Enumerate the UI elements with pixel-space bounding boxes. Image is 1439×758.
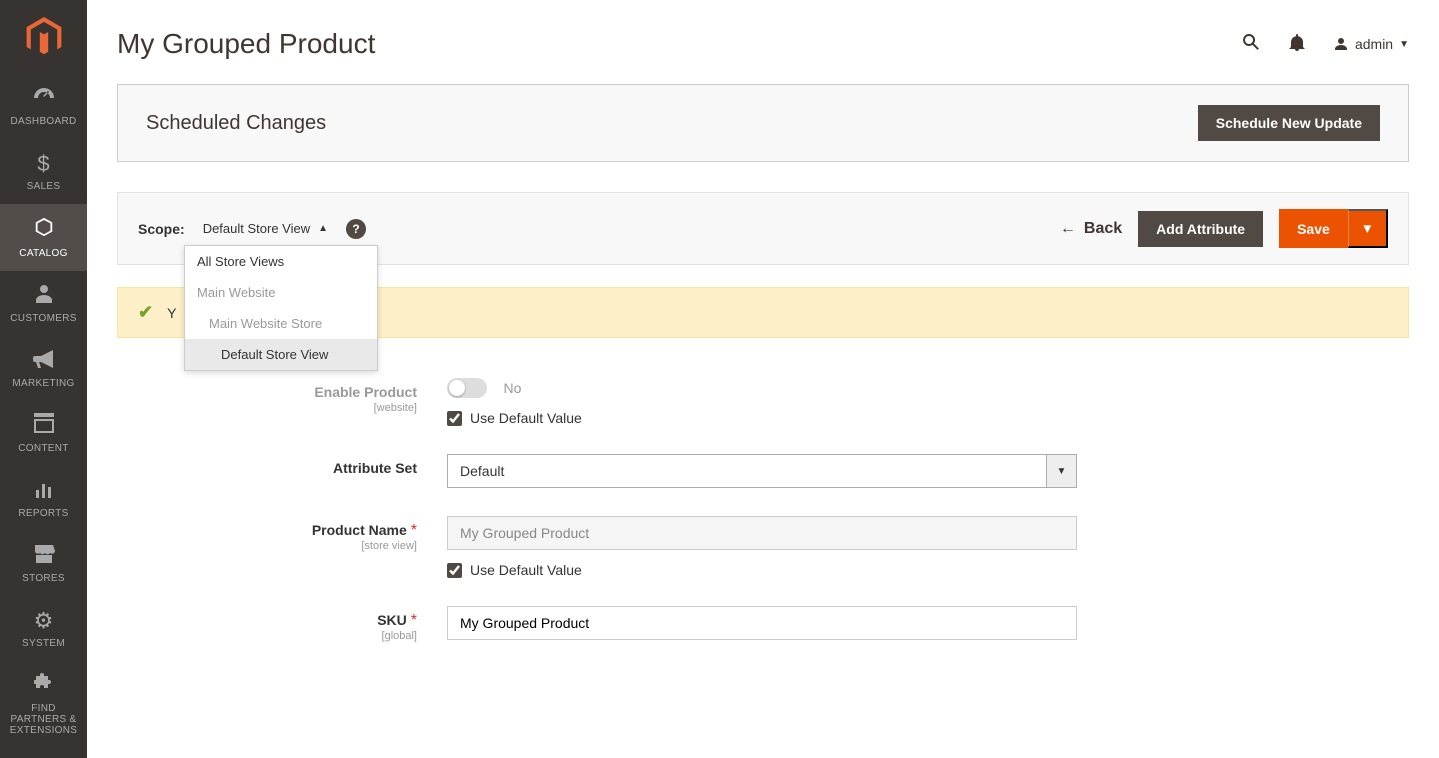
add-attribute-button[interactable]: Add Attribute <box>1138 211 1263 247</box>
check-icon: ✔ <box>138 302 153 323</box>
caret-up-icon: ▲ <box>318 223 328 234</box>
field-enable-product: Enable Product [website] No Use Default … <box>117 378 1217 426</box>
caret-down-icon: ▼ <box>1047 454 1077 488</box>
back-button[interactable]: ← Back <box>1060 220 1122 238</box>
sidebar-item-sales[interactable]: $ SALES <box>0 139 87 204</box>
use-default-label: Use Default Value <box>470 562 582 578</box>
product-name-input[interactable] <box>447 516 1077 550</box>
schedule-new-update-button[interactable]: Schedule New Update <box>1198 105 1380 141</box>
dollar-icon: $ <box>37 151 49 177</box>
sidebar-item-label: REPORTS <box>18 508 68 519</box>
bell-icon[interactable] <box>1289 33 1305 56</box>
main-content: My Grouped Product admin ▼ Scheduled Cha… <box>87 0 1439 642</box>
page-title: My Grouped Product <box>117 28 375 60</box>
use-default-checkbox-enable[interactable] <box>447 411 462 426</box>
bars-icon <box>34 478 54 504</box>
sidebar-item-catalog[interactable]: CATALOG <box>0 204 87 271</box>
magento-logo[interactable] <box>0 0 87 74</box>
toolbar: Scope: Default Store View ▲ ? ← Back Add… <box>117 192 1409 265</box>
scope-option-store: Main Website Store <box>185 308 377 339</box>
sidebar-item-label: STORES <box>22 573 65 584</box>
sidebar-item-label: CONTENT <box>18 443 68 454</box>
scope-option-view[interactable]: Default Store View <box>185 339 377 370</box>
sku-input[interactable] <box>447 606 1077 640</box>
product-name-scope: [store view] <box>117 540 417 552</box>
sidebar-item-dashboard[interactable]: DASHBOARD <box>0 74 87 139</box>
sku-scope: [global] <box>117 630 417 642</box>
sidebar-item-stores[interactable]: STORES <box>0 531 87 596</box>
sidebar-item-reports[interactable]: REPORTS <box>0 466 87 531</box>
sidebar-item-label: FIND PARTNERS & EXTENSIONS <box>4 703 83 736</box>
search-icon[interactable] <box>1241 32 1261 57</box>
sidebar-item-label: CUSTOMERS <box>10 313 76 324</box>
field-sku: SKU* [global] <box>117 606 1217 642</box>
sidebar-item-customers[interactable]: CUSTOMERS <box>0 271 87 336</box>
enable-product-label: Enable Product <box>314 384 417 400</box>
magento-logo-icon <box>26 17 62 57</box>
scheduled-changes-title: Scheduled Changes <box>146 112 326 135</box>
save-dropdown-toggle[interactable]: ▼ <box>1348 209 1388 248</box>
megaphone-icon <box>33 348 55 374</box>
caret-down-icon: ▼ <box>1399 39 1409 50</box>
admin-label: admin <box>1355 36 1393 52</box>
field-attribute-set: Attribute Set Default ▼ <box>117 454 1217 488</box>
sidebar-item-label: SYSTEM <box>22 638 65 649</box>
sidebar-item-content[interactable]: CONTENT <box>0 401 87 466</box>
header-actions: admin ▼ <box>1241 32 1409 57</box>
enable-product-value: No <box>503 380 521 396</box>
required-star: * <box>411 612 417 629</box>
field-product-name: Product Name* [store view] Use Default V… <box>117 516 1217 578</box>
sku-label: SKU <box>377 612 407 628</box>
message-text: Y <box>167 305 176 321</box>
use-default-row: Use Default Value <box>447 410 1077 426</box>
help-icon[interactable]: ? <box>346 219 366 239</box>
arrow-left-icon: ← <box>1060 220 1076 238</box>
sidebar-item-marketing[interactable]: MARKETING <box>0 336 87 401</box>
use-default-checkbox-name[interactable] <box>447 563 462 578</box>
attribute-set-label: Attribute Set <box>333 460 417 476</box>
caret-down-icon: ▼ <box>1361 221 1374 236</box>
user-icon <box>1333 36 1349 52</box>
back-label: Back <box>1084 220 1122 238</box>
gear-icon: ⚙ <box>34 608 54 634</box>
scope-label: Scope: <box>138 221 185 237</box>
cube-icon <box>33 216 55 244</box>
enable-product-scope: [website] <box>117 402 417 414</box>
sidebar-item-label: MARKETING <box>12 378 74 389</box>
sidebar-item-label: CATALOG <box>19 248 67 259</box>
toolbar-right: ← Back Add Attribute Save ▼ <box>1060 209 1388 248</box>
dashboard-icon <box>32 86 56 112</box>
scope-value: Default Store View <box>203 221 310 236</box>
person-icon <box>35 283 53 309</box>
required-star: * <box>411 522 417 539</box>
scheduled-changes-panel: Scheduled Changes Schedule New Update <box>117 84 1409 162</box>
save-button-group: Save ▼ <box>1279 209 1388 248</box>
sidebar: DASHBOARD $ SALES CATALOG CUSTOMERS MARK… <box>0 0 87 758</box>
puzzle-icon <box>34 673 54 699</box>
sidebar-item-label: DASHBOARD <box>10 116 76 127</box>
attribute-set-select[interactable]: Default ▼ <box>447 454 1077 488</box>
sidebar-item-system[interactable]: ⚙ SYSTEM <box>0 596 87 661</box>
use-default-row: Use Default Value <box>447 562 1077 578</box>
layout-icon <box>34 413 54 439</box>
page-header: My Grouped Product admin ▼ <box>117 0 1409 84</box>
toolbar-left: Scope: Default Store View ▲ ? <box>138 219 366 239</box>
scope-option-all[interactable]: All Store Views <box>185 246 377 277</box>
admin-account-menu[interactable]: admin ▼ <box>1333 36 1409 52</box>
sidebar-item-label: SALES <box>27 181 61 192</box>
scope-dropdown: All Store Views Main Website Main Websit… <box>184 245 378 371</box>
sidebar-item-partners[interactable]: FIND PARTNERS & EXTENSIONS <box>0 661 87 748</box>
product-form: Enable Product [website] No Use Default … <box>117 378 1217 642</box>
product-name-label: Product Name <box>312 522 407 538</box>
attribute-set-value: Default <box>447 454 1047 488</box>
store-icon <box>33 543 55 569</box>
scope-switcher[interactable]: Default Store View ▲ <box>203 221 328 236</box>
enable-product-toggle[interactable] <box>447 378 487 398</box>
save-button[interactable]: Save <box>1279 209 1348 248</box>
use-default-label: Use Default Value <box>470 410 582 426</box>
scope-option-website: Main Website <box>185 277 377 308</box>
